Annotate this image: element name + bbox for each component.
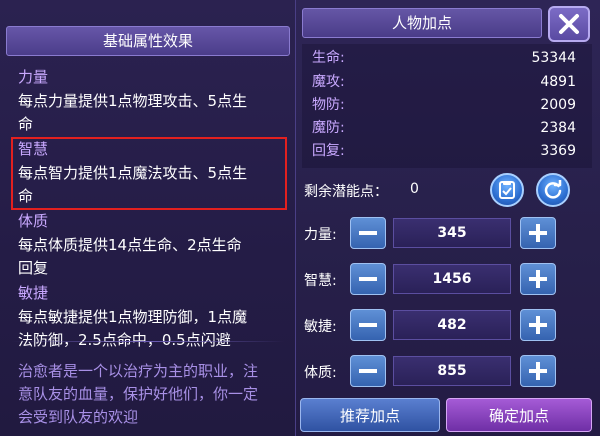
wisdom-highlight-box — [11, 137, 287, 210]
save-plan-button[interactable] — [490, 173, 524, 207]
attr-desc-strength-line1: 每点力量提供1点物理攻击、5点生 — [18, 92, 248, 110]
attr-name-agility: 敏捷 — [18, 284, 49, 302]
stat-value-hp: 53344 — [531, 50, 576, 66]
wisdom-minus-button[interactable] — [350, 263, 386, 295]
wisdom-plus-button[interactable] — [520, 263, 556, 295]
attribute-effects-title: 基础属性效果 — [6, 26, 290, 56]
confirm-points-button[interactable]: 确定加点 — [446, 398, 592, 432]
attr-name-strength: 力量 — [18, 68, 49, 86]
stat-label-magic-attack: 魔攻: — [312, 74, 345, 90]
minus-icon — [359, 231, 377, 235]
agility-minus-button[interactable] — [350, 309, 386, 341]
agility-value-field[interactable]: 482 — [393, 310, 511, 340]
strength-value-field[interactable]: 345 — [393, 218, 511, 248]
save-icon — [499, 181, 515, 199]
remaining-points-label: 剩余潜能点： — [304, 184, 388, 200]
agility-plus-button[interactable] — [520, 309, 556, 341]
attr-desc-constitution-line1: 每点体质提供14点生命、2点生命 — [18, 236, 242, 254]
constitution-plus-button[interactable] — [520, 355, 556, 387]
attr-desc-strength-line2: 命 — [18, 115, 34, 133]
divider — [12, 341, 284, 342]
attr-desc-agility-line1: 每点敏捷提供1点物理防御，1点魔 — [18, 308, 248, 326]
stat-value-magic-defense: 2384 — [540, 120, 576, 136]
plus-icon — [529, 224, 547, 242]
attr-desc-constitution-line2: 回复 — [18, 259, 49, 277]
attr-name-constitution: 体质 — [18, 212, 49, 230]
class-description-line1: 治愈者是一个以治疗为主的职业，注 — [18, 362, 259, 380]
constitution-minus-button[interactable] — [350, 355, 386, 387]
reset-icon — [544, 180, 562, 199]
stat-label-physical-defense: 物防: — [312, 97, 345, 113]
remaining-points-value: 0 — [410, 181, 419, 197]
close-icon — [559, 14, 579, 34]
constitution-value-field[interactable]: 855 — [393, 356, 511, 386]
stat-label-recovery: 回复: — [312, 143, 345, 159]
strength-plus-button[interactable] — [520, 217, 556, 249]
stat-value-magic-attack: 4891 — [540, 74, 576, 90]
attr-desc-agility-line2: 法防御，2.5点命中，0.5点闪避 — [18, 331, 231, 349]
minus-icon — [359, 323, 377, 327]
strength-minus-button[interactable] — [350, 217, 386, 249]
attr-label-wisdom: 智慧: — [304, 273, 337, 289]
plus-icon — [529, 362, 547, 380]
reset-button[interactable] — [536, 173, 570, 207]
stat-label-magic-defense: 魔防: — [312, 120, 345, 136]
minus-icon — [359, 277, 377, 281]
attr-label-strength: 力量: — [304, 227, 337, 243]
stat-value-physical-defense: 2009 — [540, 97, 576, 113]
attr-label-agility: 敏捷: — [304, 319, 337, 335]
class-description-line3: 会受到队友的欢迎 — [18, 408, 139, 426]
minus-icon — [359, 369, 377, 373]
stat-label-hp: 生命: — [312, 50, 345, 66]
character-points-title: 人物加点 — [302, 8, 542, 38]
stat-value-recovery: 3369 — [540, 143, 576, 159]
close-button[interactable] — [548, 6, 590, 42]
class-description-line2: 意队友的血量，保护好他们，你一定 — [18, 385, 259, 403]
recommend-points-button[interactable]: 推荐加点 — [300, 398, 440, 432]
plus-icon — [529, 270, 547, 288]
wisdom-value-field[interactable]: 1456 — [393, 264, 511, 294]
attr-label-constitution: 体质: — [304, 365, 337, 381]
plus-icon — [529, 316, 547, 334]
